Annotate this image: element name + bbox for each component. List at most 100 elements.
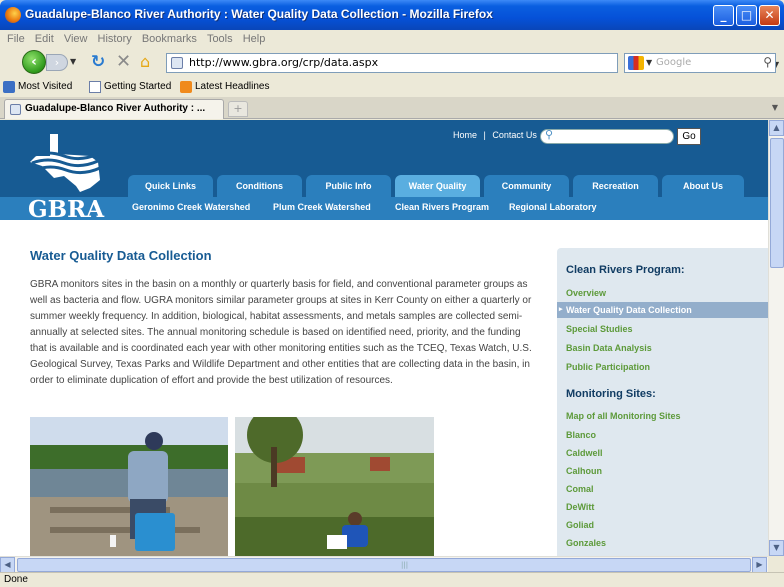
- tab-gbra[interactable]: Guadalupe-Blanco River Authority : ...: [4, 99, 224, 119]
- rss-feed-icon: [180, 81, 192, 93]
- engine-dropdown-icon[interactable]: ▼: [646, 54, 652, 72]
- stop-icon[interactable]: ✕: [116, 51, 131, 72]
- page-viewport: Home | Contact Us ⚲ Go Quick Links Condi…: [0, 120, 768, 556]
- contact-us-link[interactable]: Contact Us: [492, 130, 537, 140]
- site-favicon-icon: [171, 57, 183, 69]
- sidebar-item-caldwell[interactable]: Caldwell: [566, 448, 603, 458]
- photo-creek-sampling: [235, 417, 434, 556]
- sub-navigation: GBRA Geronimo Creek Watershed Plum Creek…: [0, 196, 768, 223]
- title-bar: Guadalupe-Blanco River Authority : Water…: [0, 0, 784, 30]
- photo-dock-sampling: [30, 417, 228, 556]
- page-icon: [89, 81, 101, 93]
- link-separator: |: [483, 130, 486, 140]
- subnav-plum-creek[interactable]: Plum Creek Watershed: [273, 202, 371, 212]
- most-visited-icon: [3, 81, 15, 93]
- address-bar[interactable]: http://www.gbra.org/crp/data.aspx ☆ ▼: [166, 53, 779, 73]
- site-search-input[interactable]: ⚲: [540, 128, 674, 144]
- bookmark-label: Latest Headlines: [195, 81, 270, 92]
- maximize-button[interactable]: □: [736, 5, 757, 26]
- google-engine-icon[interactable]: [628, 56, 644, 70]
- reload-icon[interactable]: ↻: [91, 52, 105, 72]
- top-links: Home | Contact Us: [451, 130, 539, 140]
- browser-window: Guadalupe-Blanco River Authority : Water…: [0, 0, 784, 587]
- sidebar-item-label: Water Quality Data Collection: [566, 305, 692, 315]
- bookmark-most-visited[interactable]: Most Visited: [3, 80, 72, 94]
- tab-water-quality[interactable]: Water Quality: [395, 175, 480, 197]
- sidebar-item-overview[interactable]: Overview: [566, 288, 606, 298]
- minimize-button[interactable]: _: [713, 5, 734, 26]
- page-body-text: GBRA monitors sites in the basin on a mo…: [30, 279, 532, 386]
- search-placeholder: Google: [656, 57, 692, 68]
- status-bar: Done: [0, 572, 784, 587]
- tab-community[interactable]: Community: [484, 175, 569, 197]
- sidebar-item-special-studies[interactable]: Special Studies: [566, 324, 633, 334]
- forward-icon[interactable]: ›: [46, 54, 68, 71]
- menu-help[interactable]: Help: [243, 30, 266, 48]
- bookmarks-toolbar: Most Visited Getting Started Latest Head…: [0, 78, 784, 96]
- url-text: http://www.gbra.org/crp/data.aspx: [189, 56, 379, 69]
- vertical-scroll-thumb[interactable]: [770, 138, 784, 268]
- scroll-down-icon[interactable]: ▼: [769, 540, 784, 556]
- subnav-geronimo-creek[interactable]: Geronimo Creek Watershed: [132, 202, 250, 212]
- sidebar-item-dewitt[interactable]: DeWitt: [566, 502, 594, 512]
- tab-list-dropdown-icon[interactable]: ▼: [768, 101, 782, 115]
- sidebar-item-water-quality-data[interactable]: ▸ Water Quality Data Collection: [557, 302, 768, 318]
- bookmark-label: Most Visited: [18, 81, 73, 92]
- navigation-toolbar: ‹ › ▼ ↻ ✕ ⌂ http://www.gbra.org/crp/data…: [0, 48, 784, 76]
- sidebar-item-blanco[interactable]: Blanco: [566, 430, 596, 440]
- tab-quick-links[interactable]: Quick Links: [128, 175, 213, 197]
- active-arrow-icon: ▸: [559, 306, 563, 313]
- subnav-clean-rivers[interactable]: Clean Rivers Program: [395, 202, 489, 212]
- grip-icon: |||: [401, 561, 409, 569]
- bookmark-latest-headlines[interactable]: Latest Headlines: [180, 80, 270, 94]
- search-icon: ⚲: [545, 128, 554, 141]
- sidebar-item-gonzales[interactable]: Gonzales: [566, 538, 606, 548]
- history-dropdown-icon[interactable]: ▼: [70, 57, 76, 66]
- tab-favicon-icon: [10, 104, 21, 115]
- menu-tools[interactable]: Tools: [207, 30, 233, 48]
- new-tab-button[interactable]: +: [228, 101, 248, 117]
- sidebar-item-comal[interactable]: Comal: [566, 484, 594, 494]
- tab-conditions[interactable]: Conditions: [217, 175, 302, 197]
- sidebar-item-calhoun[interactable]: Calhoun: [566, 466, 602, 476]
- go-button[interactable]: Go: [677, 128, 701, 145]
- menu-file[interactable]: File: [7, 30, 25, 48]
- window-title: Guadalupe-Blanco River Authority : Water…: [25, 7, 493, 21]
- menu-edit[interactable]: Edit: [35, 30, 54, 48]
- sidebar-heading-clean-rivers: Clean Rivers Program:: [566, 264, 685, 276]
- tab-recreation[interactable]: Recreation: [573, 175, 658, 197]
- page-title: Water Quality Data Collection: [30, 248, 212, 263]
- vertical-scrollbar[interactable]: ▲ ▼: [768, 120, 784, 556]
- scroll-left-icon[interactable]: ◀: [0, 557, 15, 573]
- search-box[interactable]: ▼ Google ⚲: [624, 53, 776, 73]
- sidebar-item-public-participation[interactable]: Public Participation: [566, 362, 650, 372]
- scroll-right-icon[interactable]: ▶: [752, 557, 767, 573]
- tab-label: Guadalupe-Blanco River Authority : ...: [25, 103, 206, 114]
- close-button[interactable]: ✕: [759, 5, 780, 26]
- menu-bookmarks[interactable]: Bookmarks: [142, 30, 197, 48]
- subnav-regional-lab[interactable]: Regional Laboratory: [509, 202, 597, 212]
- menu-view[interactable]: View: [64, 30, 88, 48]
- sidebar-heading-monitoring-sites: Monitoring Sites:: [566, 388, 656, 400]
- sidebar-item-map-sites[interactable]: Map of all Monitoring Sites: [566, 411, 681, 421]
- horizontal-scrollbar[interactable]: ◀ ||| ▶: [0, 556, 768, 573]
- sidebar-item-basin-data-analysis[interactable]: Basin Data Analysis: [566, 343, 652, 353]
- horizontal-scroll-thumb[interactable]: |||: [17, 558, 751, 572]
- bookmark-label: Getting Started: [104, 81, 172, 92]
- texas-logo-icon: [30, 134, 101, 192]
- sidebar-item-goliad[interactable]: Goliad: [566, 520, 594, 530]
- menu-history[interactable]: History: [98, 30, 132, 48]
- sidebar: Clean Rivers Program: Overview ▸ Water Q…: [557, 248, 768, 556]
- search-icon[interactable]: ⚲: [763, 53, 772, 71]
- tab-strip: Guadalupe-Blanco River Authority : ... +…: [0, 97, 784, 119]
- gbra-logo-text[interactable]: GBRA: [28, 196, 104, 223]
- bookmark-getting-started[interactable]: Getting Started: [89, 80, 171, 94]
- home-icon[interactable]: ⌂: [140, 52, 150, 71]
- tab-public-info[interactable]: Public Info: [306, 175, 391, 197]
- tab-about-us[interactable]: About Us: [662, 175, 744, 197]
- firefox-icon: [5, 7, 21, 23]
- scroll-up-icon[interactable]: ▲: [769, 120, 784, 136]
- back-icon[interactable]: ‹: [22, 50, 46, 74]
- home-link[interactable]: Home: [453, 130, 477, 140]
- menu-bar: File Edit View History Bookmarks Tools H…: [0, 30, 784, 48]
